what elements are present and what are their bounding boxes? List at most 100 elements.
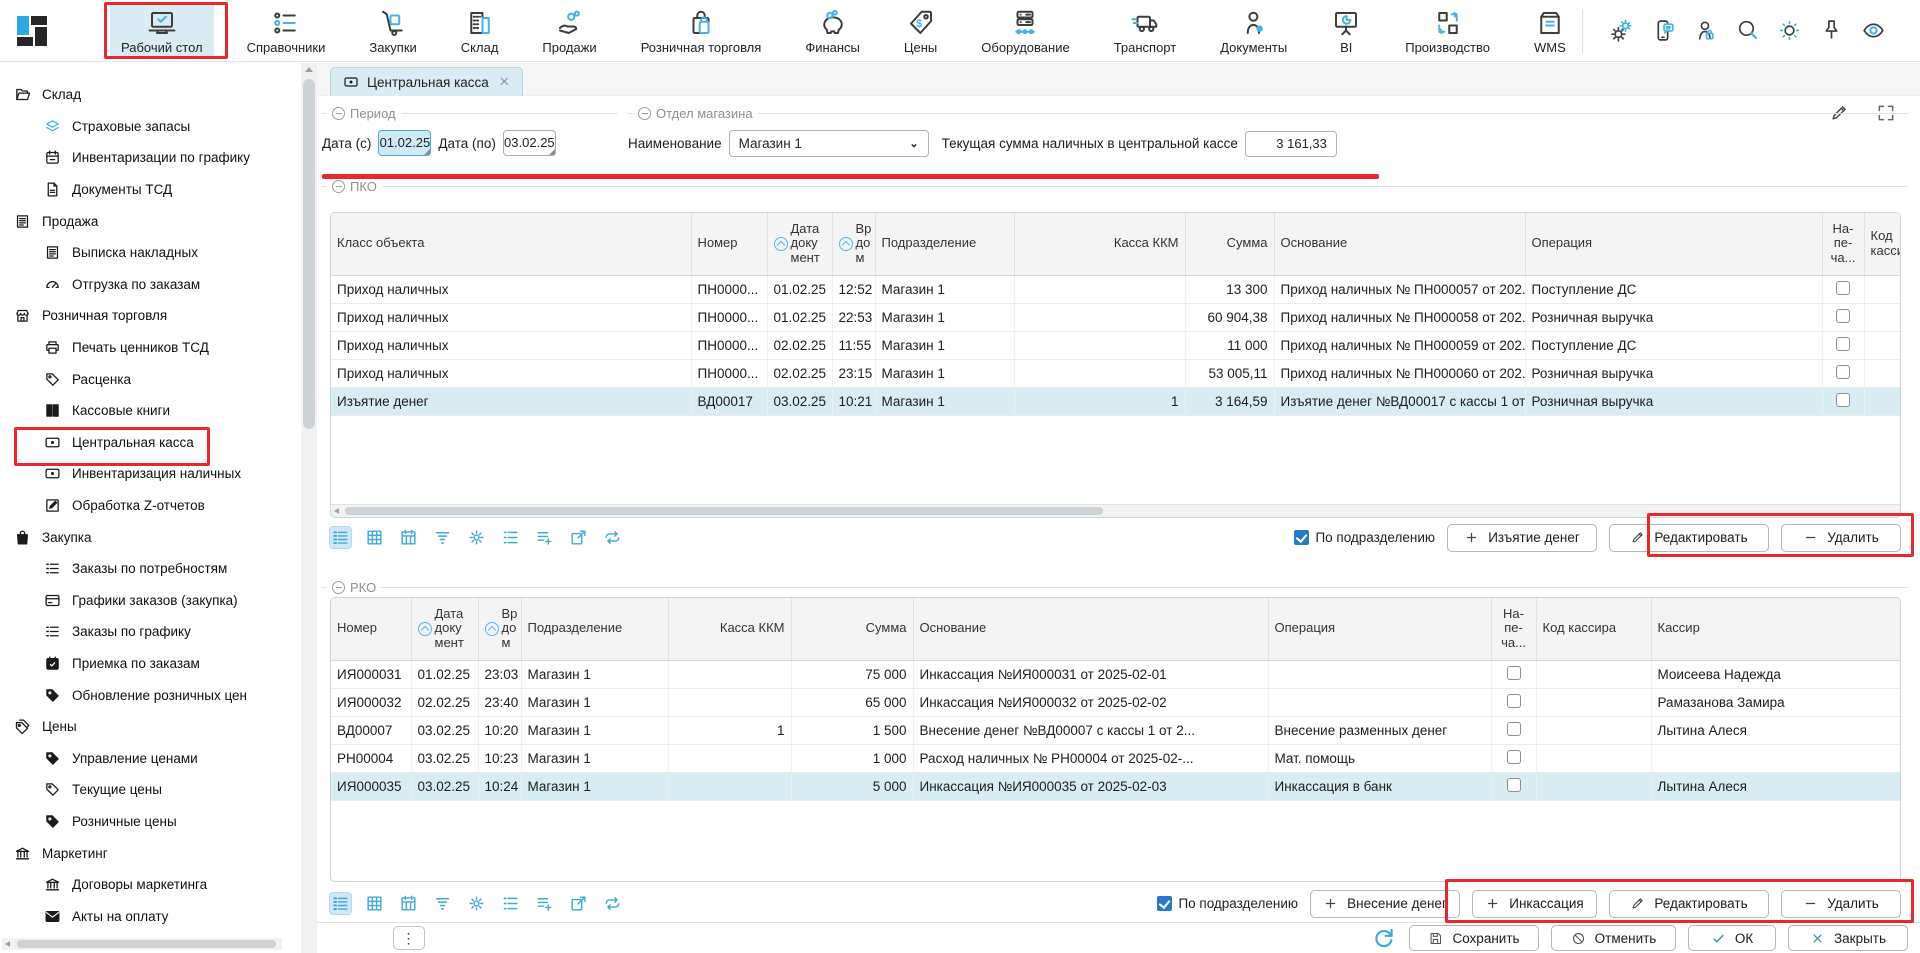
sidebar-item-5[interactable]: Выписка накладных	[0, 237, 300, 269]
sidebar-item-20[interactable]: Цены	[0, 711, 300, 743]
filter-icon[interactable]	[432, 893, 453, 914]
view-grid-icon[interactable]	[364, 527, 385, 548]
statusbar-button-2[interactable]: ОК	[1688, 925, 1776, 951]
num-list-icon[interactable]	[500, 893, 521, 914]
brightness-icon[interactable]	[1777, 18, 1802, 43]
tab-central-cash[interactable]: Центральная касса ✕	[330, 67, 523, 96]
view-calendar-icon[interactable]	[398, 893, 419, 914]
column-header[interactable]: Основание	[913, 598, 1268, 660]
refresh-icon[interactable]	[1371, 925, 1397, 951]
statusbar-button-0[interactable]: Сохранить	[1409, 925, 1539, 951]
sidebar-item-6[interactable]: Отгрузка по заказам	[0, 269, 300, 301]
column-header[interactable]: Номер	[331, 598, 411, 660]
column-header[interactable]: Номер	[691, 213, 767, 275]
column-header[interactable]: Код кассира	[1536, 598, 1651, 660]
sidebar-item-0[interactable]: Склад	[0, 79, 300, 111]
topbar-item-finance[interactable]: Финансы	[794, 4, 871, 58]
open-ext-icon[interactable]	[568, 527, 589, 548]
column-header[interactable]: Кассир	[1651, 598, 1901, 660]
sidebar-item-23[interactable]: Розничные цены	[0, 806, 300, 838]
topbar-item-references[interactable]: Справочники	[236, 4, 337, 58]
sidebar-item-14[interactable]: Закупка	[0, 521, 300, 553]
rko-button-2[interactable]: Редактировать	[1609, 890, 1769, 918]
view-list-icon[interactable]	[330, 527, 351, 548]
printed-checkbox[interactable]	[1836, 393, 1850, 407]
sidebar-item-9[interactable]: Расценка	[0, 363, 300, 395]
rko-button-0[interactable]: Внесение денег	[1310, 890, 1460, 918]
sidebar-item-2[interactable]: Инвентаризации по графику	[0, 142, 300, 174]
by-division-checkbox[interactable]: По подразделению	[1294, 530, 1435, 545]
printed-checkbox[interactable]	[1507, 666, 1521, 680]
add-list-icon[interactable]	[534, 893, 555, 914]
add-list-icon[interactable]	[534, 527, 555, 548]
sidebar-item-16[interactable]: Графики заказов (закупка)	[0, 585, 300, 617]
table-row[interactable]: Приход наличныхПН0000...02.02.2511:55Маг…	[331, 331, 1901, 359]
sidebar-item-21[interactable]: Управление ценами	[0, 742, 300, 774]
column-header[interactable]: Вр до м	[832, 213, 875, 275]
column-header[interactable]: На- пе- ча...	[1822, 213, 1864, 275]
printed-checkbox[interactable]	[1507, 694, 1521, 708]
sidebar-item-22[interactable]: Текущие цены	[0, 774, 300, 806]
gear-sm-icon[interactable]	[466, 527, 487, 548]
pko-horizontal-scrollbar[interactable]	[331, 504, 1900, 517]
table-row[interactable]: Приход наличныхПН0000...01.02.2522:53Маг…	[331, 303, 1901, 331]
filter-icon[interactable]	[432, 527, 453, 548]
gear-sm-icon[interactable]	[466, 893, 487, 914]
sidebar-item-12[interactable]: Инвентаризация наличных	[0, 458, 300, 490]
topbar-item-procurement[interactable]: Закупки	[358, 4, 427, 58]
topbar-item-documents[interactable]: Документы	[1209, 4, 1298, 58]
settings-gears-icon[interactable]	[1609, 18, 1634, 43]
sidebar-item-24[interactable]: Маркетинг	[0, 837, 300, 869]
sidebar-item-18[interactable]: Приемка по заказам	[0, 648, 300, 680]
printed-checkbox[interactable]	[1507, 722, 1521, 736]
checked-checkbox-icon[interactable]	[1294, 530, 1309, 545]
sidebar-horizontal-scrollbar[interactable]	[2, 938, 282, 950]
sidebar-item-26[interactable]: Акты на оплату	[0, 900, 300, 932]
statusbar-button-3[interactable]: Закрыть	[1788, 925, 1908, 951]
topbar-item-transport[interactable]: Транспорт	[1103, 4, 1188, 58]
printed-checkbox[interactable]	[1836, 337, 1850, 351]
column-header[interactable]: Операция	[1525, 213, 1822, 275]
table-row[interactable]: ИЯ00003101.02.2523:03Магазин 175 000Инка…	[331, 660, 1901, 688]
column-header[interactable]: Операция	[1268, 598, 1491, 660]
column-header[interactable]: Вр до м	[478, 598, 521, 660]
column-header[interactable]: Касса ККМ	[668, 598, 791, 660]
table-row[interactable]: ВД0000703.02.2510:20Магазин 111 500Внесе…	[331, 716, 1901, 744]
table-row[interactable]: ИЯ00003503.02.2510:24Магазин 15 000Инкас…	[331, 772, 1901, 800]
sort-ascending-icon[interactable]	[774, 237, 788, 251]
sort-ascending-icon[interactable]	[418, 622, 432, 636]
topbar-item-sales[interactable]: Продажи	[531, 4, 607, 58]
sidebar-item-7[interactable]: Розничная торговля	[0, 300, 300, 332]
table-row[interactable]: Изъятие денегВД0001703.02.2510:21Магазин…	[331, 387, 1901, 415]
sidebar-item-19[interactable]: Обновление розничных цен	[0, 679, 300, 711]
topbar-item-wms[interactable]: WMS	[1523, 4, 1577, 58]
column-header[interactable]: Код касси	[1864, 213, 1901, 275]
topbar-item-retail[interactable]: Розничная торговля	[630, 4, 773, 58]
table-row[interactable]: Приход наличныхПН0000...01.02.2512:52Маг…	[331, 275, 1901, 303]
eye-icon[interactable]	[1861, 18, 1886, 43]
tab-close-icon[interactable]: ✕	[497, 74, 510, 90]
column-header[interactable]: Касса ККМ	[1014, 213, 1185, 275]
sync-icon[interactable]	[602, 893, 623, 914]
by-division-checkbox[interactable]: По подразделению	[1157, 896, 1298, 911]
view-calendar-icon[interactable]	[398, 527, 419, 548]
sidebar-item-25[interactable]: Договоры маркетинга	[0, 869, 300, 901]
num-list-icon[interactable]	[500, 527, 521, 548]
column-header[interactable]: На- пе- ча...	[1491, 598, 1536, 660]
collapse-icon[interactable]	[332, 107, 345, 120]
sidebar-item-15[interactable]: Заказы по потребностям	[0, 553, 300, 585]
printed-checkbox[interactable]	[1507, 750, 1521, 764]
pko-button-2[interactable]: Удалить	[1781, 524, 1901, 552]
sort-ascending-icon[interactable]	[485, 622, 499, 636]
view-list-icon[interactable]	[330, 893, 351, 914]
column-header[interactable]: Подразделение	[521, 598, 668, 660]
table-row[interactable]: Приход наличныхПН0000...02.02.2523:15Маг…	[331, 359, 1901, 387]
collapse-icon[interactable]	[638, 107, 651, 120]
column-header[interactable]: Сумма	[791, 598, 913, 660]
search-icon[interactable]	[1735, 18, 1760, 43]
printed-checkbox[interactable]	[1507, 778, 1521, 792]
sidebar-item-17[interactable]: Заказы по графику	[0, 616, 300, 648]
date-to-input[interactable]: 03.02.25	[503, 130, 556, 156]
table-row[interactable]: РН0000403.02.2510:23Магазин 11 000Расход…	[331, 744, 1901, 772]
sidebar-item-10[interactable]: Кассовые книги	[0, 395, 300, 427]
